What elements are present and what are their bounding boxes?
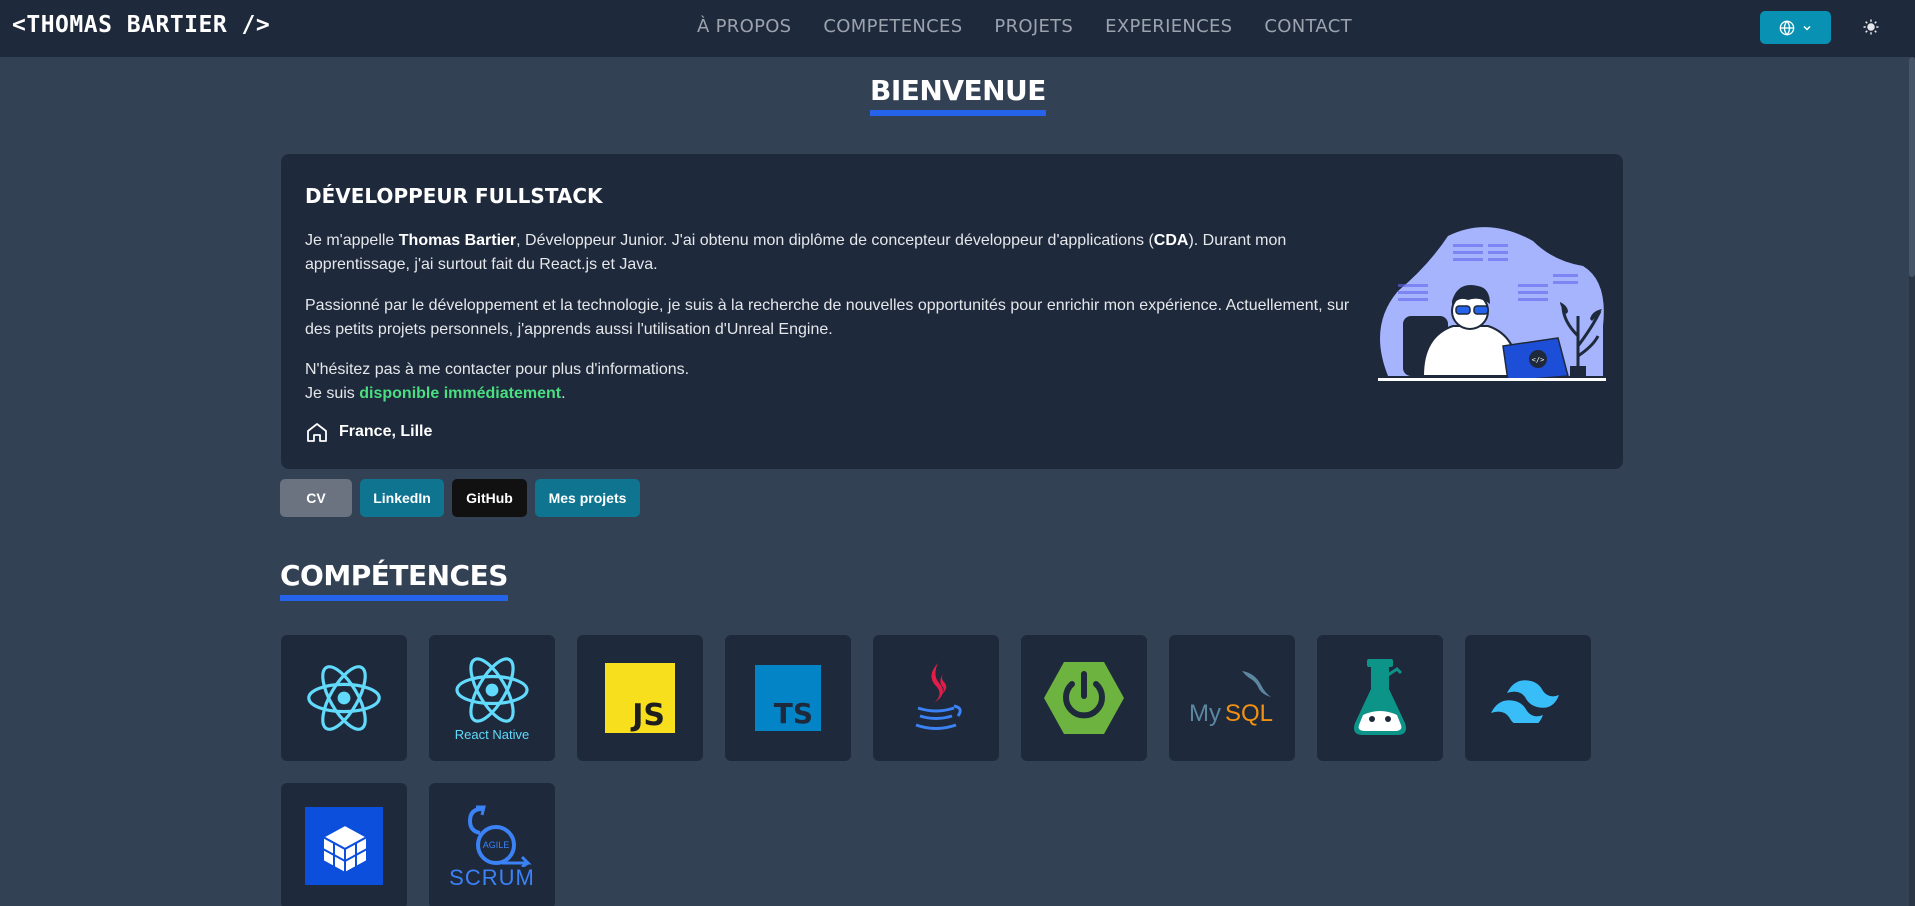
- svg-text:</>: </>: [1532, 356, 1545, 364]
- react-icon: [307, 665, 381, 731]
- github-button[interactable]: GitHub: [452, 479, 527, 517]
- name-bold: Thomas Bartier: [398, 232, 517, 249]
- skill-card-spring-boot: [1021, 635, 1147, 761]
- svg-text:AGILE: AGILE: [483, 840, 510, 850]
- scrollbar-thumb[interactable]: [1909, 57, 1915, 277]
- welcome-heading: BIENVENUE: [870, 75, 1046, 116]
- react-native-icon: [455, 656, 529, 723]
- react-native-label: React Native: [454, 726, 530, 742]
- skill-card-flask: [1317, 635, 1443, 761]
- language-button[interactable]: [1760, 11, 1831, 44]
- spring-boot-icon: [1044, 662, 1124, 734]
- flask-icon: [1354, 659, 1406, 735]
- javascript-icon: JS: [605, 663, 675, 733]
- tailwind-icon: [1491, 680, 1559, 723]
- navbar: <THOMAS BARTIER /> À PROPOS COMPETENCES …: [0, 0, 1915, 57]
- linkedin-button[interactable]: LinkedIn: [360, 479, 444, 517]
- svg-text:SQL: SQL: [1225, 700, 1273, 727]
- nav-link-contact[interactable]: CONTACT: [1264, 16, 1351, 37]
- skill-card-tailwind: [1465, 635, 1591, 761]
- skill-card-java: [873, 635, 999, 761]
- intro-paragraph: Je m'appelle Thomas Bartier, Développeur…: [305, 232, 1287, 273]
- svg-text:My: My: [1189, 700, 1221, 727]
- contact-paragraph: N'hésitez pas à me contacter pour plus d…: [305, 361, 690, 378]
- skill-card-hibernate: [281, 783, 407, 906]
- nav-link-a-propos[interactable]: À PROPOS: [697, 16, 791, 37]
- availability-paragraph: Je suis disponible immédiatement.: [305, 385, 566, 402]
- skills-heading: COMPÉTENCES: [280, 560, 508, 601]
- hibernate-icon: [305, 807, 383, 885]
- globe-icon: [1779, 19, 1794, 36]
- about-card: DÉVELOPPEUR FULLSTACK Je m'appelle Thoma…: [281, 154, 1623, 469]
- availability-status: disponible immédiatement: [359, 385, 562, 402]
- home-icon: [307, 423, 327, 442]
- skill-card-react-native: React Native: [429, 635, 555, 761]
- nav-links: À PROPOS COMPETENCES PROJETS EXPERIENCES…: [697, 16, 1352, 37]
- theme-toggle-button[interactable]: [1858, 14, 1884, 40]
- chevron-down-icon: [1802, 25, 1811, 31]
- skill-card-mysql: My SQL: [1169, 635, 1295, 761]
- sun-icon: [1863, 19, 1879, 35]
- cv-button[interactable]: CV: [280, 479, 352, 517]
- svg-text:TS: TS: [774, 697, 813, 730]
- scrum-icon: AGILE: [467, 805, 532, 867]
- cda-bold: CDA: [1153, 232, 1189, 249]
- skill-card-typescript: TS: [725, 635, 851, 761]
- nav-link-competences[interactable]: COMPETENCES: [823, 16, 962, 37]
- location: France, Lille: [305, 420, 432, 444]
- skill-card-scrum: AGILE SCRUM: [429, 783, 555, 906]
- java-icon: [915, 663, 962, 730]
- typescript-icon: TS: [755, 665, 821, 731]
- scrum-label: SCRUM: [449, 865, 535, 890]
- brand-logo[interactable]: <THOMAS BARTIER />: [12, 12, 270, 38]
- svg-text:JS: JS: [630, 698, 665, 733]
- mysql-icon: My SQL: [1189, 671, 1273, 727]
- card-title: DÉVELOPPEUR FULLSTACK: [305, 184, 603, 208]
- skill-card-javascript: JS: [577, 635, 703, 761]
- passion-paragraph: Passionné par le développement et la tec…: [305, 297, 1350, 338]
- my-projects-button[interactable]: Mes projets: [535, 479, 640, 517]
- nav-link-projets[interactable]: PROJETS: [994, 16, 1073, 37]
- developer-illustration: </>: [1378, 227, 1606, 382]
- location-label: France, Lille: [339, 423, 433, 440]
- nav-link-experiences[interactable]: EXPERIENCES: [1105, 16, 1232, 37]
- skill-card-react: [281, 635, 407, 761]
